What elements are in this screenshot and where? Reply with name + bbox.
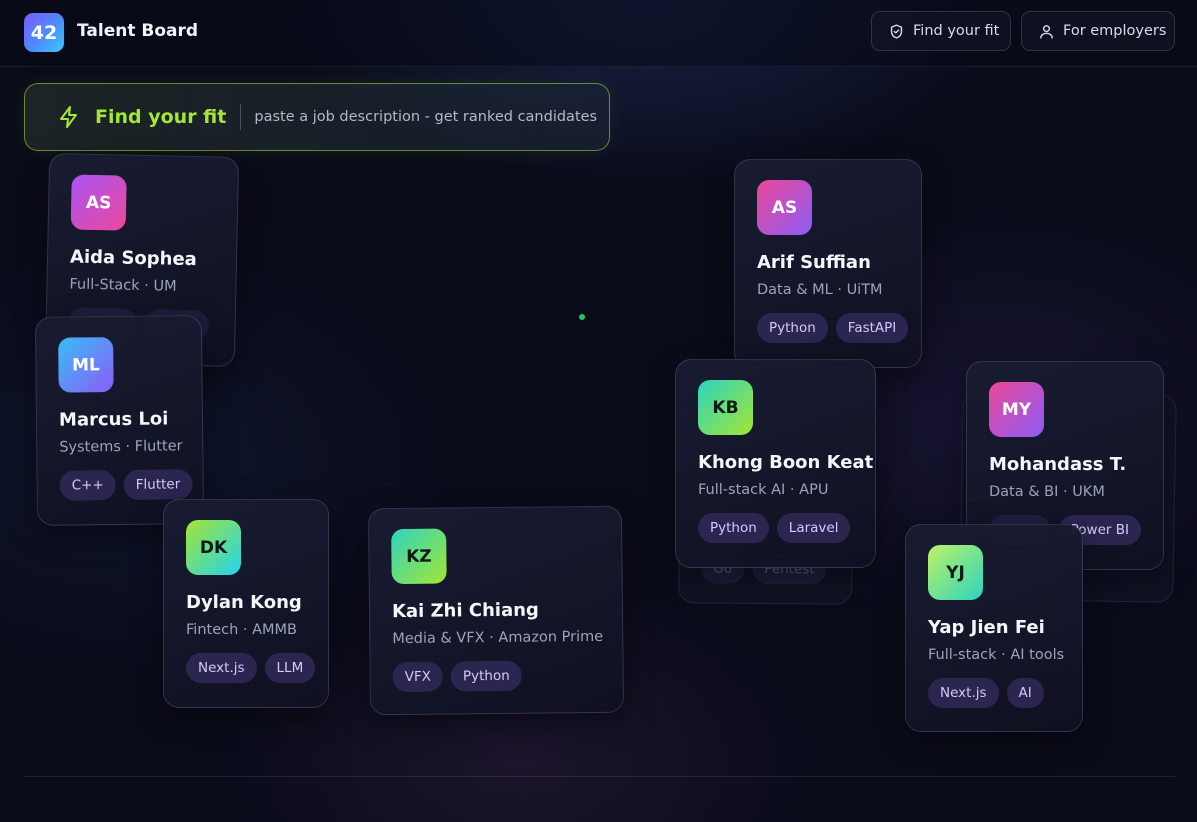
candidate-tag: Flutter (123, 469, 193, 500)
candidate-role: Data & BI · UKM (989, 484, 1105, 500)
for-employers-button[interactable]: For employers (1021, 11, 1175, 51)
status-dot (579, 314, 585, 320)
avatar: MY (989, 382, 1044, 437)
candidate-role: Systems · Flutter (59, 438, 183, 456)
avatar: YJ (928, 545, 983, 600)
candidate-tag: Python (698, 513, 769, 543)
candidate-role: Full-stack AI · APU (698, 482, 829, 498)
banner-title: Find your fit (95, 106, 227, 128)
candidate-role: Full-stack · AI tools (928, 647, 1065, 663)
candidate-tag: Python (450, 660, 522, 692)
candidate-name: Dylan Kong (186, 592, 302, 613)
candidate-tag: C++ (59, 470, 116, 501)
logo-badge[interactable]: 42 (24, 13, 64, 52)
candidate-card-kai-zhi-chiang[interactable]: KZ Kai Zhi Chiang Media & VFX · Amazon P… (367, 505, 625, 716)
candidate-card-khong-boon-keat[interactable]: KB Khong Boon Keat Full-stack AI · APU P… (675, 359, 876, 568)
top-header: 42 Talent Board Find your fit For employ… (0, 0, 1197, 67)
candidate-tag: LLM (264, 653, 316, 683)
candidate-name: Khong Boon Keat (698, 452, 874, 473)
footer-divider (24, 776, 1175, 777)
candidate-name: Mohandass T. (989, 454, 1127, 475)
candidate-tag: Next.js (928, 678, 999, 708)
candidate-role: Fintech · AMMB (186, 622, 297, 638)
lightning-bolt-icon (60, 106, 77, 128)
avatar: AS (70, 174, 127, 231)
candidate-card-dylan-kong[interactable]: DK Dylan Kong Fintech · AMMB Next.js LLM (163, 499, 329, 708)
user-icon (1040, 24, 1053, 39)
banner-subtitle: paste a job description - get ranked can… (254, 109, 598, 125)
candidate-tag: AI (1006, 678, 1044, 708)
banner-divider (240, 104, 242, 130)
candidate-card-yap-jien-fei[interactable]: YJ Yap Jien Fei Full-stack · AI tools Ne… (905, 524, 1083, 732)
candidate-role: Media & VFX · Amazon Prime (392, 628, 604, 648)
for-employers-label: For employers (1063, 23, 1167, 39)
candidate-tag: Next.js (186, 653, 257, 683)
candidate-card-marcus-loi[interactable]: ML Marcus Loi Systems · Flutter C++ Flut… (34, 315, 205, 526)
avatar: KB (698, 380, 753, 435)
avatar: KZ (391, 528, 447, 585)
candidate-name: Marcus Loi (58, 408, 169, 431)
find-your-fit-label: Find your fit (913, 23, 1000, 39)
candidate-card-arif-suffian[interactable]: AS Arif Suffian Data & ML · UiTM Python … (734, 159, 922, 368)
avatar: ML (58, 337, 114, 393)
find-your-fit-button[interactable]: Find your fit (871, 11, 1011, 51)
candidate-name: Kai Zhi Chiang (391, 599, 539, 623)
find-your-fit-banner[interactable]: Find your fit paste a job description - … (24, 83, 610, 151)
candidate-tag: VFX (392, 661, 444, 693)
candidate-tag: Python (757, 313, 828, 343)
avatar: AS (757, 180, 812, 235)
candidate-tag: Laravel (776, 513, 851, 543)
candidate-role: Full-Stack · UM (69, 276, 177, 295)
shield-check-icon (890, 23, 903, 39)
candidate-name: Yap Jien Fei (928, 617, 1045, 638)
candidate-role: Data & ML · UiTM (757, 282, 883, 298)
avatar: DK (186, 520, 241, 575)
logo-text[interactable]: Talent Board (77, 21, 198, 41)
candidate-name: Aida Sophea (69, 246, 198, 271)
candidate-tag: FastAPI (835, 313, 909, 343)
candidate-name: Arif Suffian (757, 252, 871, 273)
